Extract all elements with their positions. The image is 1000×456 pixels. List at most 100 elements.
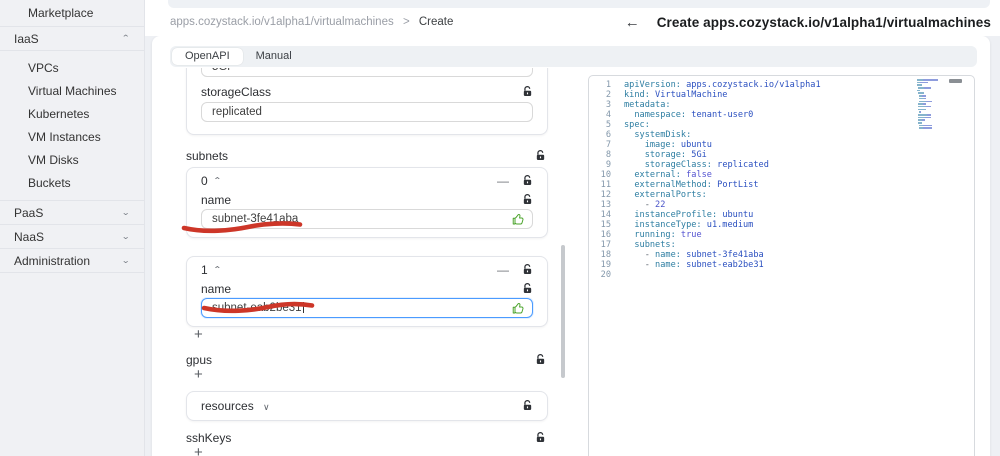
line-number: 9: [605, 160, 611, 170]
form-scrollbar[interactable]: [561, 245, 565, 378]
minimap-line: [917, 89, 947, 92]
code-line-6[interactable]: 6 systemDisk:: [589, 130, 974, 140]
lock-icon[interactable]: [522, 283, 533, 295]
lock-icon[interactable]: [535, 432, 546, 444]
storageclass-input[interactable]: replicated: [201, 102, 533, 122]
code-line-20[interactable]: 20: [589, 270, 974, 280]
code-line-16[interactable]: 16 running: true: [589, 230, 974, 240]
code-line-19[interactable]: 19 - name: subnet-eab2be31: [589, 260, 974, 270]
subnet-item-index[interactable]: 0: [201, 174, 208, 188]
minimap-line: [917, 127, 947, 129]
lock-icon[interactable]: [522, 400, 533, 412]
code-line-17[interactable]: 17 subnets:: [589, 240, 974, 250]
code-text: kind: VirtualMachine: [624, 90, 728, 100]
lock-icon[interactable]: [522, 174, 533, 187]
lock-icon[interactable]: [522, 263, 533, 276]
sidebar-item-kubernetes[interactable]: Kubernetes: [0, 102, 144, 125]
sidebar-item-iaas[interactable]: IaaS ⌃: [0, 27, 144, 51]
sidebar-item-marketplace[interactable]: Marketplace: [0, 0, 144, 27]
gpus-add-button[interactable]: +: [194, 367, 210, 383]
lock-icon[interactable]: [522, 86, 533, 98]
line-number: 15: [600, 220, 611, 230]
remove-item-button[interactable]: —: [497, 264, 509, 276]
gpus-label-row: gpus: [186, 353, 546, 367]
sidebar-item-naas[interactable]: NaaS ⌄: [0, 225, 144, 249]
code-line-15[interactable]: 15 instanceType: u1.medium: [589, 220, 974, 230]
minimap-line: [917, 108, 947, 111]
code-line-18[interactable]: 18 - name: subnet-3fe41aba: [589, 250, 974, 260]
sidebar-subgroup-iaas: VPCs Virtual Machines Kubernetes VM Instanc…: [0, 51, 144, 201]
code-line-14[interactable]: 14 instanceProfile: ubuntu: [589, 210, 974, 220]
storage-input-value: 5Gi: [212, 68, 230, 73]
code-text: externalMethod: PortList: [624, 180, 759, 190]
minimap-line: [917, 113, 947, 116]
systemdisk-card: 5Gi storageClass replicated: [186, 68, 548, 135]
line-number: 3: [605, 100, 611, 110]
line-number: 18: [600, 250, 611, 260]
storage-input[interactable]: 5Gi: [201, 68, 533, 77]
remove-item-button[interactable]: —: [497, 175, 509, 187]
breadcrumb-current: Create: [418, 16, 454, 28]
sidebar-item-vpcs[interactable]: VPCs: [0, 56, 144, 79]
sidebar-item-vm-instances[interactable]: VM Instances: [0, 125, 144, 148]
sidebar-item-paas[interactable]: PaaS ⌄: [0, 201, 144, 225]
subnet-name-input-0[interactable]: subnet-3fe41aba: [201, 209, 533, 229]
sidebar-item-label: Marketplace: [28, 6, 94, 20]
subnet-name-value: subnet-3fe41aba: [212, 213, 299, 225]
code-line-10[interactable]: 10 external: false: [589, 170, 974, 180]
resources-collapse[interactable]: resources ∨: [186, 391, 548, 421]
subnets-add-button[interactable]: +: [194, 327, 210, 343]
lock-icon[interactable]: [535, 150, 546, 162]
back-arrow-icon[interactable]: ←: [625, 14, 640, 31]
text-caret: [302, 302, 304, 313]
minimap-line: [917, 111, 947, 113]
line-number: 2: [605, 90, 611, 100]
subnet-item-index[interactable]: 1: [201, 263, 208, 277]
chevron-down-icon: ⌄: [121, 207, 131, 217]
line-number: 20: [600, 270, 611, 280]
tab-openapi[interactable]: OpenAPI: [172, 48, 243, 65]
line-number: 1: [605, 80, 611, 90]
sshkeys-label: sshKeys: [186, 431, 232, 445]
line-number: 10: [600, 170, 611, 180]
yaml-editor[interactable]: 1 apiVersion: apps.cozystack.io/v1alpha1 2…: [588, 75, 975, 456]
subnet-item-header: 0 ⌃ —: [201, 174, 533, 188]
editor-scrollbar-thumb[interactable]: [949, 79, 962, 83]
subnet-name-input-1[interactable]: subnet-eab2be31: [201, 298, 533, 318]
code-line-9[interactable]: 9 storageClass: replicated: [589, 160, 974, 170]
code-line-13[interactable]: 13 - 22: [589, 200, 974, 210]
chevron-up-icon[interactable]: ⌃: [213, 176, 222, 185]
thumbs-up-icon[interactable]: [512, 213, 525, 228]
lock-icon[interactable]: [535, 354, 546, 366]
line-number: 17: [600, 240, 611, 250]
sidebar-item-virtual-machines[interactable]: Virtual Machines: [0, 79, 144, 102]
minimap-line: [917, 84, 947, 86]
code-line-8[interactable]: 8 storage: 5Gi: [589, 150, 974, 160]
minimap-line: [917, 122, 947, 124]
name-label-row: name: [201, 282, 533, 296]
lock-icon[interactable]: [522, 194, 533, 206]
tab-manual[interactable]: Manual: [243, 48, 305, 65]
code-line-7[interactable]: 7 image: ubuntu: [589, 140, 974, 150]
sidebar-item-label: VPCs: [28, 60, 59, 75]
chevron-down-icon: ⌄: [121, 231, 131, 241]
thumbs-up-icon[interactable]: [512, 302, 525, 317]
sidebar-item-buckets[interactable]: Buckets: [0, 171, 144, 194]
code-line-11[interactable]: 11 externalMethod: PortList: [589, 180, 974, 190]
breadcrumb-path[interactable]: apps.cozystack.io/v1alpha1/virtualmachin…: [170, 16, 394, 28]
code-text: storageClass: replicated: [624, 160, 769, 170]
chevron-up-icon[interactable]: ⌃: [213, 265, 222, 274]
sidebar-item-label: Administration: [14, 253, 91, 268]
sidebar-item-administration[interactable]: Administration ⌄: [0, 249, 144, 273]
editor-minimap[interactable]: [917, 79, 947, 130]
page-title: Create apps.cozystack.io/v1alpha1/virtua…: [656, 14, 991, 30]
minimap-line: [917, 97, 947, 100]
code-line-12[interactable]: 12 externalPorts:: [589, 190, 974, 200]
tabstrip: OpenAPI Manual: [170, 46, 977, 67]
sshkeys-add-button[interactable]: +: [194, 445, 210, 456]
minimap-line: [917, 103, 947, 105]
code-text: systemDisk:: [624, 130, 692, 140]
sidebar-item-vm-disks[interactable]: VM Disks: [0, 148, 144, 171]
line-number: 19: [600, 260, 611, 270]
sidebar-item-label: VM Instances: [28, 129, 101, 144]
